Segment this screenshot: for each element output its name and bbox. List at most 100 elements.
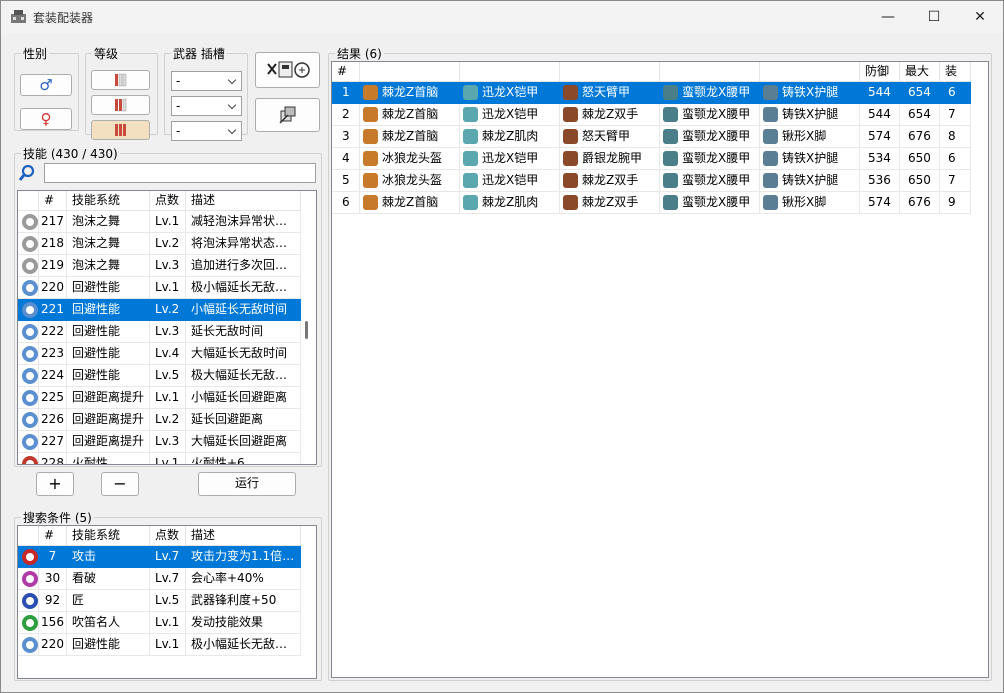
condition-row[interactable]: 7 攻击 Lv.7 攻击力变为1.1倍… xyxy=(18,546,301,568)
result-waist: 蛮颚龙X腰甲 xyxy=(682,85,751,99)
result-arms: 爵银龙腕甲 xyxy=(582,151,643,165)
result-chest: 棘龙Z肌肉 xyxy=(482,129,539,143)
skill-search-input[interactable] xyxy=(44,163,316,183)
male-button[interactable]: ♂ xyxy=(20,74,72,96)
skill-row[interactable]: 224 回避性能 Lv.5 极大幅延长无敌… xyxy=(18,365,301,387)
skill-row[interactable]: 220 回避性能 Lv.1 极小幅延长无敌… xyxy=(18,277,301,299)
waist-armor-icon xyxy=(663,173,678,188)
female-button[interactable]: ♀ xyxy=(20,108,72,130)
conditions-list[interactable]: # 技能系统 点数 描述 7 攻击 Lv.7 攻击力变为1.1倍… 30 看破 Lv.7 会心… xyxy=(17,525,317,679)
res-col-max[interactable]: 最大 xyxy=(900,62,940,82)
skill-row[interactable]: 226 回避距离提升 Lv.2 延长回避距离 xyxy=(18,409,301,431)
remove-condition-button[interactable]: − xyxy=(101,472,139,496)
result-row[interactable]: 1 棘龙Z首脑 迅龙X铠甲 怒天臂甲 蛮颚龙X腰甲 铸铁X护腿 544 654 6 xyxy=(332,82,971,104)
clear-equipment-icon xyxy=(266,61,310,78)
condition-row[interactable]: 220 回避性能 Lv.1 极小幅延长无敌… xyxy=(18,634,301,656)
result-max: 676 xyxy=(900,126,940,148)
skill-row[interactable]: 228 火耐性 Lv.1 火耐性+6 xyxy=(18,453,301,464)
head-armor-icon xyxy=(363,151,378,166)
equipment-settings-button[interactable] xyxy=(255,98,320,132)
result-equip-count: 8 xyxy=(940,126,971,148)
result-row[interactable]: 5 冰狼龙头盔 迅龙X铠甲 棘龙Z双手 蛮颚龙X腰甲 铸铁X护腿 536 650 7 xyxy=(332,170,971,192)
skill-number: 226 xyxy=(39,409,67,431)
skill-description: 追加进行多次回… xyxy=(186,255,301,277)
result-row[interactable]: 3 棘龙Z首脑 棘龙Z肌肉 怒天臂甲 蛮颚龙X腰甲 锹形X脚 574 676 8 xyxy=(332,126,971,148)
weapon-slot-select-2[interactable]: - xyxy=(171,96,242,116)
skill-name: 吹笛名人 xyxy=(67,612,150,634)
result-row[interactable]: 2 棘龙Z首脑 迅龙X铠甲 棘龙Z双手 蛮颚龙X腰甲 铸铁X护腿 544 654 7 xyxy=(332,104,971,126)
skill-name: 回避性能 xyxy=(67,634,150,656)
res-col-legs[interactable] xyxy=(760,62,860,82)
skill-icon-cell xyxy=(18,233,39,255)
result-waist-cell: 蛮颚龙X腰甲 xyxy=(660,104,760,126)
weapon-slot-select-3[interactable]: - xyxy=(171,121,242,141)
cond-col-points[interactable]: 点数 xyxy=(150,526,186,546)
skill-row[interactable]: 225 回避距离提升 Lv.1 小幅延长回避距离 xyxy=(18,387,301,409)
skill-name: 匠 xyxy=(67,590,150,612)
skill-row[interactable]: 218 泡沫之舞 Lv.2 将泡沫异常状态… xyxy=(18,233,301,255)
results-legend: 结果 (6) xyxy=(337,47,382,61)
skill-level: Lv.1 xyxy=(150,634,186,656)
add-condition-button[interactable]: + xyxy=(36,472,74,496)
results-list[interactable]: # 防御 最大 装 1 棘龙Z首脑 迅龙X铠甲 怒天臂甲 蛮颚龙X腰甲 铸铁X护腿 544 6… xyxy=(331,61,989,678)
rank-low-button[interactable] xyxy=(91,70,150,90)
result-waist: 蛮颚龙X腰甲 xyxy=(682,129,751,143)
res-col-number[interactable]: # xyxy=(332,62,360,82)
result-row[interactable]: 4 冰狼龙头盔 迅龙X铠甲 爵银龙腕甲 蛮颚龙X腰甲 铸铁X护腿 534 650 6 xyxy=(332,148,971,170)
skill-icon xyxy=(22,637,38,653)
cond-col-skill-system[interactable]: 技能系统 xyxy=(67,526,150,546)
skill-description: 大幅延长无敌时间 xyxy=(186,343,301,365)
clear-equipment-button[interactable] xyxy=(255,52,320,88)
result-defense: 536 xyxy=(860,170,900,192)
skill-number: 221 xyxy=(39,299,67,321)
skill-description: 会心率+40% xyxy=(186,568,301,590)
skill-level: Lv.1 xyxy=(150,612,186,634)
skills-scrollbar-thumb[interactable] xyxy=(305,321,308,339)
waist-armor-icon xyxy=(663,195,678,210)
rank-high-button[interactable] xyxy=(91,95,150,115)
maximize-button[interactable]: ☐ xyxy=(911,1,957,33)
rank-master-button[interactable] xyxy=(91,120,150,140)
arm-armor-icon xyxy=(563,173,578,188)
result-waist: 蛮颚龙X腰甲 xyxy=(682,173,751,187)
col-skill-system[interactable]: 技能系统 xyxy=(67,191,150,211)
res-col-waist[interactable] xyxy=(660,62,760,82)
res-col-chest[interactable] xyxy=(460,62,560,82)
skill-name: 攻击 xyxy=(67,546,150,568)
condition-row[interactable]: 92 匠 Lv.5 武器锋利度+50 xyxy=(18,590,301,612)
waist-armor-icon xyxy=(663,85,678,100)
res-col-head[interactable] xyxy=(360,62,460,82)
close-button[interactable]: ✕ xyxy=(957,1,1003,33)
col-number[interactable]: # xyxy=(39,191,67,211)
weapon-slot-select-1[interactable]: - xyxy=(171,71,242,91)
col-description[interactable]: 描述 xyxy=(186,191,301,211)
skill-row[interactable]: 221 回避性能 Lv.2 小幅延长无敌时间 xyxy=(18,299,301,321)
skill-row[interactable]: 222 回避性能 Lv.3 延长无敌时间 xyxy=(18,321,301,343)
skill-icon xyxy=(22,280,38,296)
skill-level: Lv.2 xyxy=(150,299,186,321)
minimize-button[interactable]: — xyxy=(865,1,911,33)
armor-settings-icon xyxy=(278,106,295,124)
cond-col-number[interactable]: # xyxy=(39,526,67,546)
col-points[interactable]: 点数 xyxy=(150,191,186,211)
condition-row[interactable]: 156 吹笛名人 Lv.1 发动技能效果 xyxy=(18,612,301,634)
run-button[interactable]: 运行 xyxy=(198,472,296,496)
skills-list[interactable]: # 技能系统 点数 描述 217 泡沫之舞 Lv.1 减轻泡沫异常状… 218 泡沫之舞 L… xyxy=(17,190,317,465)
skill-row[interactable]: 217 泡沫之舞 Lv.1 减轻泡沫异常状… xyxy=(18,211,301,233)
condition-row[interactable]: 30 看破 Lv.7 会心率+40% xyxy=(18,568,301,590)
skill-name: 回避性能 xyxy=(67,299,150,321)
result-legs: 铸铁X护腿 xyxy=(782,173,839,187)
skill-icon-cell xyxy=(18,321,39,343)
skill-level: Lv.7 xyxy=(150,546,186,568)
cond-col-description[interactable]: 描述 xyxy=(186,526,301,546)
skill-row[interactable]: 223 回避性能 Lv.4 大幅延长无敌时间 xyxy=(18,343,301,365)
result-row[interactable]: 6 棘龙Z首脑 棘龙Z肌肉 棘龙Z双手 蛮颚龙X腰甲 锹形X脚 574 676 9 xyxy=(332,192,971,214)
res-col-defense[interactable]: 防御 xyxy=(860,62,900,82)
skill-row[interactable]: 219 泡沫之舞 Lv.3 追加进行多次回… xyxy=(18,255,301,277)
res-col-equip[interactable]: 装 xyxy=(940,62,971,82)
skill-row[interactable]: 227 回避距离提升 Lv.3 大幅延长回避距离 xyxy=(18,431,301,453)
result-legs: 锹形X脚 xyxy=(782,129,827,143)
rank-group: 等级 xyxy=(85,45,158,140)
res-col-arms[interactable] xyxy=(560,62,660,82)
skill-name: 回避性能 xyxy=(67,277,150,299)
